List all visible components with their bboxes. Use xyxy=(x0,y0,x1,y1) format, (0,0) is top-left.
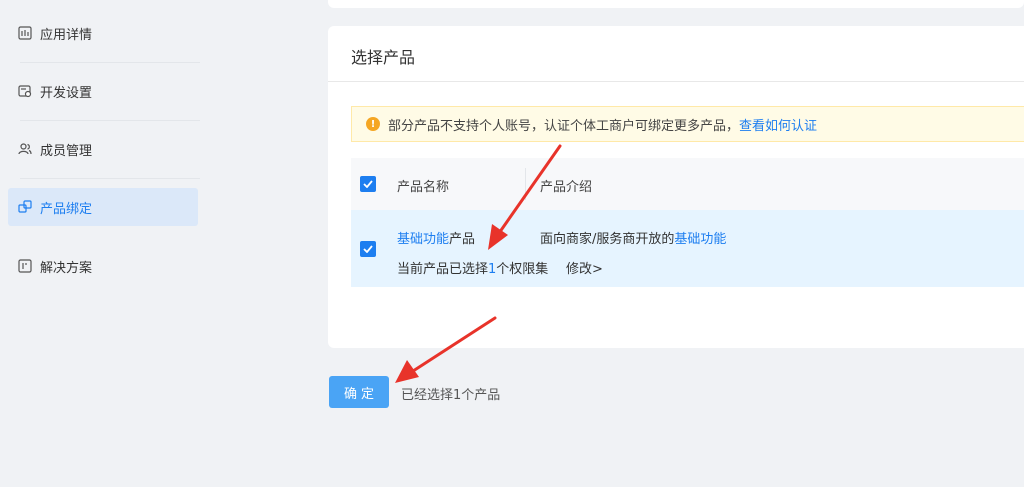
dev-settings-icon xyxy=(18,84,32,98)
divider xyxy=(20,120,200,121)
sidebar-item-label: 解决方案 xyxy=(40,260,93,276)
row-checkbox[interactable] xyxy=(360,241,376,257)
product-select-card: 选择产品 ! 部分产品不支持个人账号，认证个体工商户可绑定更多产品， 查看如何认… xyxy=(328,26,1024,348)
check-icon xyxy=(363,245,373,253)
product-name: 基础功能产品 xyxy=(397,228,475,247)
previous-card xyxy=(328,0,1024,8)
divider xyxy=(328,81,1024,82)
permission-prefix: 当前产品已选择 xyxy=(397,262,489,277)
sidebar-item-label: 开发设置 xyxy=(40,85,93,101)
selected-count-text: 已经选择1个产品 xyxy=(401,388,501,403)
solution-icon xyxy=(18,259,32,273)
confirm-button[interactable]: 确定 xyxy=(329,376,389,408)
product-bind-icon xyxy=(18,200,32,214)
description-prefix: 面向商家/服务商开放的 xyxy=(540,232,675,247)
card-title: 选择产品 xyxy=(351,48,416,67)
warning-icon: ! xyxy=(366,117,380,131)
modify-link[interactable]: 修改> xyxy=(566,258,603,277)
table-row: 基础功能产品 面向商家/服务商开放的基础功能 当前产品已选择1个权限集 修改> xyxy=(351,210,1024,287)
sidebar-item-product-bind[interactable]: 产品绑定 xyxy=(8,188,198,226)
sidebar-item-label: 产品绑定 xyxy=(40,201,93,217)
column-header-name: 产品名称 xyxy=(397,180,450,195)
product-name-link[interactable]: 基础功能 xyxy=(397,232,449,247)
description-link[interactable]: 基础功能 xyxy=(674,232,726,247)
verify-link[interactable]: 查看如何认证 xyxy=(739,115,817,134)
divider xyxy=(20,62,200,63)
permission-summary: 当前产品已选择1个权限集 xyxy=(397,258,548,277)
members-icon xyxy=(18,142,32,156)
sidebar-item-members[interactable]: 成员管理 xyxy=(8,130,198,168)
column-header-desc: 产品介绍 xyxy=(540,180,593,195)
product-name-suffix: 产品 xyxy=(449,232,476,247)
notice-banner: ! 部分产品不支持个人账号，认证个体工商户可绑定更多产品， 查看如何认证 xyxy=(351,106,1024,142)
product-description: 面向商家/服务商开放的基础功能 xyxy=(540,228,726,247)
sidebar-item-dev-settings[interactable]: 开发设置 xyxy=(8,72,198,110)
app-detail-icon xyxy=(18,26,32,40)
check-icon xyxy=(363,180,373,188)
sidebar: 应用详情 开发设置 成员管理 产品绑定 解决方案 xyxy=(0,0,208,487)
column-separator xyxy=(525,168,526,200)
divider xyxy=(20,178,200,179)
sidebar-item-app-detail[interactable]: 应用详情 xyxy=(8,14,198,52)
permission-suffix: 个权限集 xyxy=(496,262,549,277)
notice-text: 部分产品不支持个人账号，认证个体工商户可绑定更多产品， xyxy=(388,118,740,134)
table-header: 产品名称 产品介绍 xyxy=(351,158,1024,210)
sidebar-item-label: 应用详情 xyxy=(40,27,93,43)
select-all-checkbox[interactable] xyxy=(360,176,376,192)
sidebar-item-label: 成员管理 xyxy=(40,143,93,159)
sidebar-item-solution[interactable]: 解决方案 xyxy=(8,247,198,285)
